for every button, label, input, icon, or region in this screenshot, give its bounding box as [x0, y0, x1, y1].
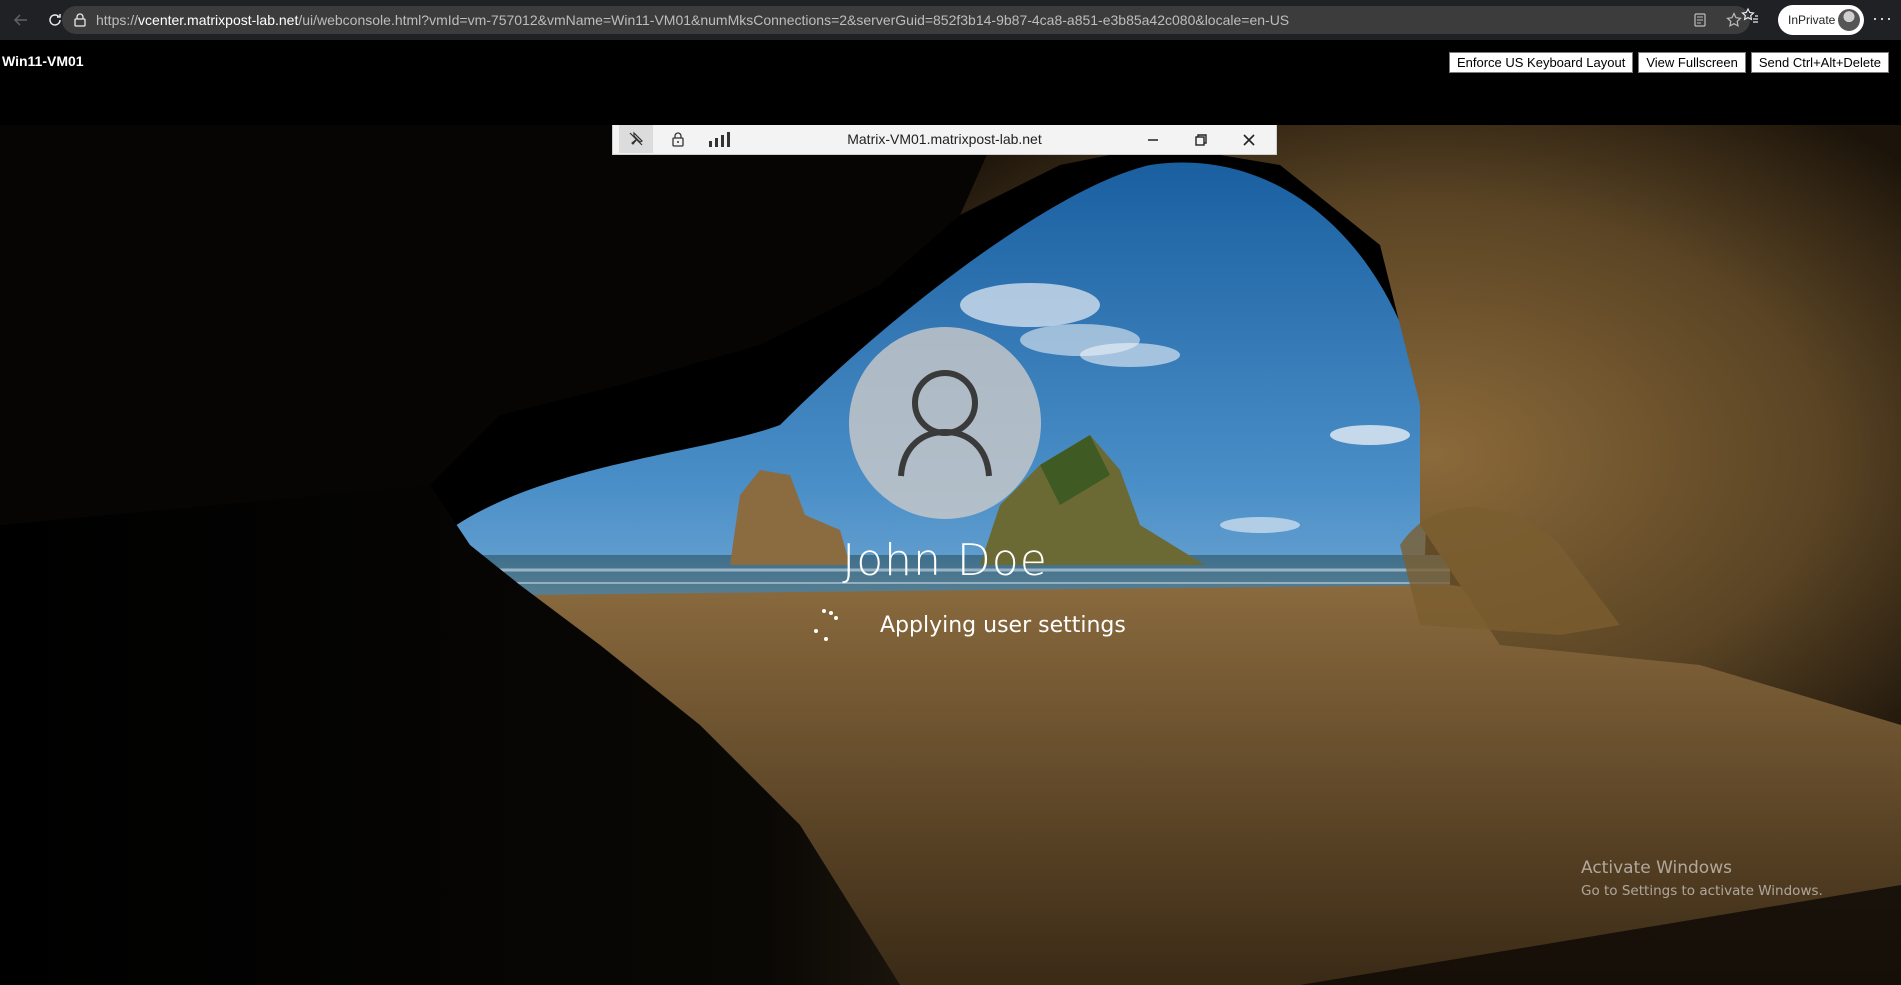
- url-host: vcenter.matrixpost-lab.net: [138, 12, 299, 28]
- minimize-icon[interactable]: [1136, 126, 1170, 154]
- lock-icon[interactable]: [661, 125, 695, 153]
- site-info-icon[interactable]: [72, 12, 88, 28]
- view-fullscreen-button[interactable]: View Fullscreen: [1638, 52, 1746, 73]
- user-name: John Doe: [842, 535, 1048, 586]
- address-bar[interactable]: https://vcenter.matrixpost-lab.net/ui/we…: [62, 6, 1750, 34]
- url-text[interactable]: https://vcenter.matrixpost-lab.net/ui/we…: [96, 12, 1289, 28]
- remote-connection-bar: Matrix-VM01.matrixpost-lab.net: [612, 125, 1277, 155]
- activate-subtitle: Go to Settings to activate Windows.: [1581, 883, 1823, 899]
- loading-spinner-icon: [810, 607, 840, 643]
- status-text: Applying user settings: [880, 612, 1126, 638]
- send-ctrl-alt-delete-button[interactable]: Send Ctrl+Alt+Delete: [1750, 52, 1889, 73]
- activate-title: Activate Windows: [1581, 858, 1732, 878]
- vm-console-screen[interactable]: Matrix-VM01.matrixpost-lab.net John Doe: [0, 125, 1901, 985]
- user-silhouette-icon: [898, 370, 992, 477]
- signal-icon[interactable]: [703, 125, 737, 153]
- restore-icon[interactable]: [1184, 126, 1218, 154]
- enforce-us-keyboard-button[interactable]: Enforce US Keyboard Layout: [1448, 52, 1634, 73]
- close-icon[interactable]: [1232, 126, 1266, 154]
- activate-windows-watermark: Activate Windows Go to Settings to activ…: [1581, 858, 1823, 899]
- url-scheme: https://: [96, 12, 139, 28]
- favorites-list-icon[interactable]: [1740, 6, 1760, 26]
- back-arrow-icon[interactable]: [6, 5, 36, 35]
- reading-view-icon[interactable]: [1690, 10, 1710, 30]
- console-header: Win11-VM01 Enforce US Keyboard Layout Vi…: [0, 40, 1901, 125]
- inprivate-profile-button[interactable]: InPrivate: [1778, 5, 1864, 35]
- profile-avatar: [1838, 9, 1860, 31]
- pin-icon[interactable]: [619, 125, 653, 153]
- inprivate-label: InPrivate: [1788, 13, 1836, 27]
- url-path: /ui/webconsole.html?vmId=vm-757012&vmNam…: [298, 12, 1290, 28]
- vm-name-title: Win11-VM01: [2, 53, 84, 69]
- more-icon[interactable]: ···: [1872, 8, 1893, 29]
- status-row: Applying user settings: [810, 607, 1126, 643]
- user-avatar: [849, 327, 1041, 519]
- browser-toolbar: https://vcenter.matrixpost-lab.net/ui/we…: [0, 0, 1901, 40]
